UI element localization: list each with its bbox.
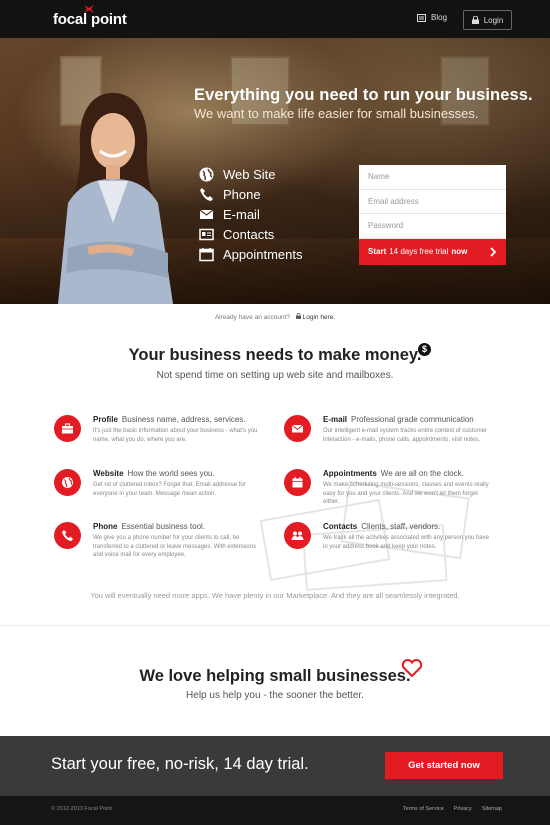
contact-card-icon (199, 228, 214, 240)
phone-icon (200, 187, 213, 201)
start-trial-button[interactable]: Start 14 days free trial now (359, 238, 506, 265)
app-icon-circle (54, 522, 81, 549)
blog-icon (417, 13, 426, 22)
nav-blog-link[interactable]: Blog (417, 13, 447, 22)
heart-icon (401, 659, 423, 678)
app-tagline: Clients, staff, vendors. (361, 522, 441, 531)
hero-subheadline: We want to make life easier for small bu… (194, 106, 479, 121)
dollar-icon: $ (418, 343, 431, 356)
login-button[interactable]: Login (463, 10, 512, 30)
app-description: Our intelligent e-mail system tracks ent… (323, 428, 488, 443)
signup-form: Name Email address Password Start 14 day… (359, 165, 506, 265)
section-divider (0, 625, 550, 626)
already-have-account: Already have an account? Login here. (0, 312, 550, 321)
app-description: We track all the activities associated w… (323, 535, 489, 550)
envelope-icon (199, 209, 214, 219)
feature-label: Phone (223, 186, 261, 202)
globe-icon (62, 477, 73, 488)
start-trial-button-middle: 14 days free trial (389, 247, 449, 256)
email-field[interactable]: Email address (359, 190, 506, 214)
feature-item-contacts: Contacts (199, 224, 274, 244)
app-tagline: Professional grade communication (351, 415, 474, 424)
footer-link-sitemap[interactable]: Sitemap (482, 806, 502, 812)
logo-mark-icon (84, 5, 94, 13)
app-description: We make scheduling multi-sessions, class… (323, 482, 489, 505)
app-icon-circle (284, 469, 311, 496)
love-section-subtitle: Help us help you - the sooner the better… (186, 690, 364, 701)
lock-icon (471, 16, 479, 24)
app-heading: Profile Business name, address, services. (93, 415, 246, 424)
love-section-title: We love helping small businesses. (139, 667, 411, 685)
app-heading: E-mail Professional grade communication (323, 415, 474, 424)
app-icon-circle (54, 469, 81, 496)
people-icon (291, 531, 304, 540)
start-trial-button-start: Start (368, 247, 387, 256)
app-description: Get rid of cluttered inbox? Forget that.… (93, 482, 246, 497)
start-trial-button-now: now (451, 247, 468, 256)
feature-item-appointments: Appointments (199, 244, 303, 264)
calendar-icon (292, 477, 303, 488)
businesswoman-photo (58, 93, 173, 304)
feature-label: Appointments (223, 246, 303, 262)
cta-banner: Start your free, no-risk, 14 day trial. … (0, 736, 550, 796)
app-icon-circle (54, 415, 81, 442)
app-icon-circle (284, 522, 311, 549)
chevron-right-icon (490, 246, 496, 257)
password-field[interactable]: Password (359, 214, 506, 239)
app-name: Phone (93, 522, 118, 531)
money-section-subtitle: Not spend time on setting up web site an… (156, 370, 394, 381)
app-tagline: How the world sees you. (127, 469, 215, 478)
feature-item-website: Web Site (199, 164, 276, 184)
app-description: We give you a phone number for your clie… (93, 535, 257, 558)
phone-icon (62, 530, 73, 541)
already-text: Already have an account? (214, 314, 290, 321)
hero-headline: Everything you need to run your business… (194, 86, 533, 104)
logo[interactable]: focal point (53, 11, 127, 28)
login-label: Login (483, 15, 504, 25)
app-name: Appointments (323, 469, 377, 478)
app-heading: Phone Essential business tool. (93, 522, 205, 531)
app-name: Website (93, 469, 124, 478)
top-navigation-bar: focal point Blog Login (0, 0, 550, 38)
get-started-button[interactable]: Get started now (385, 752, 503, 779)
app-description: It's just the basic information about yo… (93, 428, 258, 443)
money-section-title: Your business needs to make money. (128, 346, 422, 364)
copyright: © 2012-2013 Focal Point (51, 806, 112, 812)
footer-link-privacy[interactable]: Privacy (454, 806, 472, 812)
footer-link-terms[interactable]: Terms of Service (403, 806, 444, 812)
globe-icon (199, 167, 214, 181)
app-name: Contacts (323, 522, 358, 531)
app-name: Profile (93, 415, 118, 424)
feature-item-email: E-mail (199, 204, 260, 224)
feature-label: E-mail (223, 206, 260, 222)
feature-item-phone: Phone (199, 184, 261, 204)
blog-label: Blog (431, 13, 448, 22)
app-heading: Appointments We are all on the clock. (323, 469, 464, 478)
app-name: E-mail (323, 415, 348, 424)
marketplace-text: You will eventually need more apps. We h… (90, 591, 460, 600)
lock-icon (295, 312, 301, 319)
feature-label: Contacts (223, 226, 275, 242)
app-heading: Website How the world sees you. (93, 469, 215, 478)
hero-section: Everything you need to run your business… (0, 38, 550, 304)
feature-label: Web Site (223, 166, 276, 182)
calendar-icon (199, 247, 214, 261)
app-tagline: Essential business tool. (121, 522, 206, 531)
app-tagline: Business name, address, services. (121, 415, 246, 424)
app-tagline: We are all on the clock. (380, 469, 464, 478)
envelope-icon (291, 424, 304, 433)
login-here-label: Login here. (302, 314, 336, 321)
footer-links: Terms of Service Privacy Sitemap (403, 806, 502, 812)
briefcase-icon (62, 423, 73, 434)
footer: © 2012-2013 Focal Point Terms of Service… (0, 796, 550, 825)
app-icon-circle (284, 415, 311, 442)
cta-text: Start your free, no-risk, 14 day trial. (51, 755, 309, 773)
app-heading: Contacts Clients, staff, vendors. (323, 522, 440, 531)
name-field[interactable]: Name (359, 165, 506, 190)
login-here-link[interactable]: Login here. (295, 312, 336, 321)
